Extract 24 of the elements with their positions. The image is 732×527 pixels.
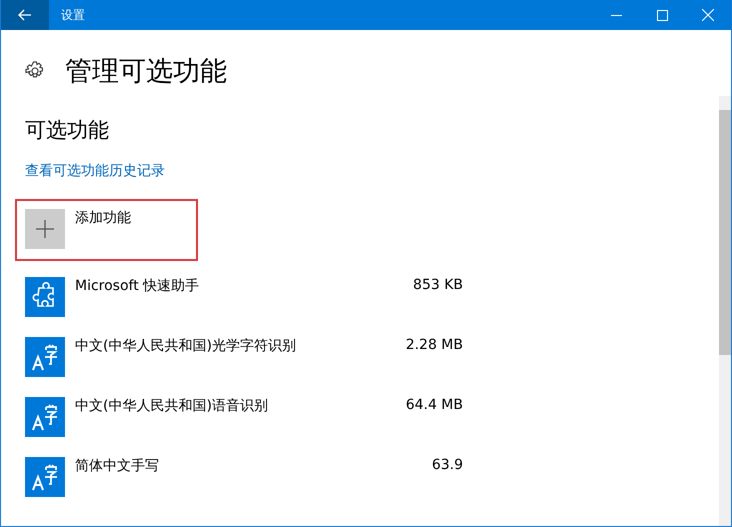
feature-size: 853 KB	[413, 277, 463, 293]
feature-name: Microsoft 快速助手	[75, 277, 200, 295]
language-icon	[25, 457, 65, 497]
scrollbar-thumb[interactable]	[719, 110, 731, 355]
feature-name: 中文(中华人民共和国)语音识别	[75, 397, 269, 415]
feature-name: 简体中文手写	[75, 457, 160, 475]
add-feature-button[interactable]: 添加功能	[25, 209, 131, 249]
back-button[interactable]	[1, 0, 49, 30]
feature-size: 64.4 MB	[406, 397, 463, 413]
maximize-icon	[656, 10, 668, 20]
section-title: 可选功能	[25, 117, 110, 144]
back-arrow-icon	[18, 9, 32, 21]
scrollbar[interactable]	[719, 96, 731, 526]
language-icon	[25, 397, 65, 437]
history-link[interactable]: 查看可选功能历史记录	[25, 162, 165, 180]
feature-size: 63.9	[432, 457, 463, 473]
plus-icon	[36, 220, 54, 238]
language-icon	[25, 337, 65, 377]
feature-name: 中文(中华人民共和国)光学字符识别	[75, 337, 297, 355]
feature-size: 2.28 MB	[406, 337, 463, 353]
puzzle-icon	[25, 277, 65, 317]
page-title: 管理可选功能	[65, 55, 227, 89]
window-title: 设置	[61, 6, 86, 24]
close-icon	[702, 9, 714, 21]
